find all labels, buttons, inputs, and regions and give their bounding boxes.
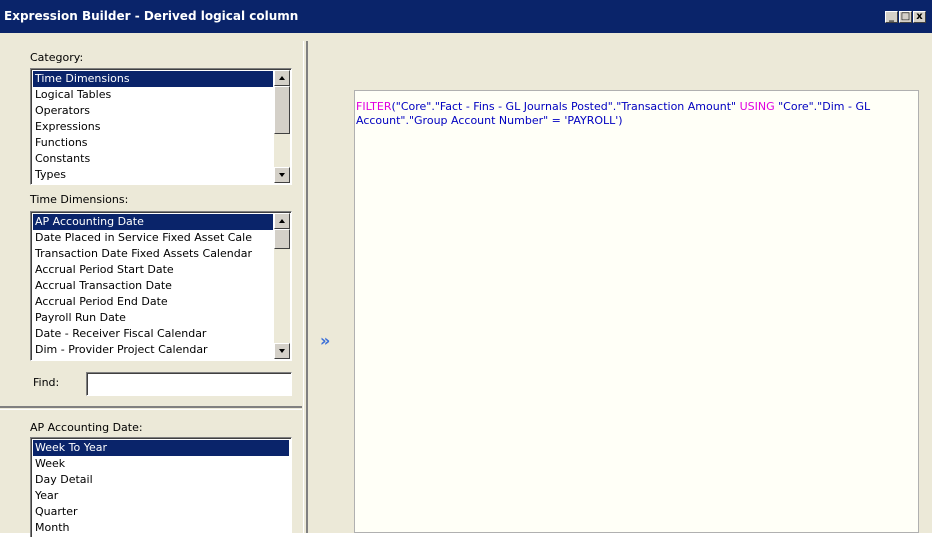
minimize-icon: _ (889, 11, 894, 22)
time-dimensions-list-item[interactable]: Accrual Period Start Date (33, 262, 273, 278)
ap-accounting-date-list-item[interactable]: Week To Year (33, 440, 289, 456)
window-title: Expression Builder - Derived logical col… (4, 9, 299, 23)
close-button[interactable]: x (913, 11, 926, 23)
ap-accounting-date-items: Week To Year Week Day Detail Year Quarter Mon… (33, 440, 289, 536)
minimize-button[interactable]: _ (885, 11, 898, 23)
ap-accounting-date-list[interactable]: Week To Year Week Day Detail Year Quarter Mon… (30, 437, 292, 537)
time-dimensions-list-item[interactable]: Accrual Transaction Date (33, 278, 273, 294)
category-list[interactable]: Time Dimensions Logical Tables Operators Ex… (30, 68, 292, 185)
time-dimensions-list[interactable]: AP Accounting Date Date Placed in Service… (30, 211, 292, 361)
left-pane: Category: Time Dimensions Logical Tables O… (0, 33, 303, 537)
ap-accounting-date-list-item[interactable]: Year (33, 488, 289, 504)
chevron-down-icon (279, 349, 285, 353)
dialog-body: Category: Time Dimensions Logical Tables O… (0, 33, 932, 537)
category-list-item[interactable]: Functions (33, 135, 273, 151)
category-label: Category: (30, 51, 84, 64)
insert-button[interactable]: » (320, 333, 330, 349)
category-list-item[interactable]: Operators (33, 103, 273, 119)
time-dimensions-list-item[interactable]: Dim - Provider Project Calendar (33, 342, 273, 358)
chevron-down-icon (279, 173, 285, 177)
ap-accounting-date-list-item[interactable]: Month (33, 520, 289, 536)
category-scrollbar[interactable] (274, 70, 290, 183)
category-list-item[interactable]: Logical Tables (33, 87, 273, 103)
chevron-up-icon (279, 219, 285, 223)
time-dimensions-list-item[interactable]: Payroll Run Date (33, 310, 273, 326)
time-dimensions-list-item[interactable]: Date - Receiver Fiscal Calendar (33, 326, 273, 342)
window-controls: _ □ x (885, 11, 926, 23)
expression-editor[interactable]: FILTER("Core"."Fact - Fins - GL Journals… (354, 90, 919, 533)
ap-accounting-date-list-item[interactable]: Week (33, 456, 289, 472)
chevron-up-icon (279, 76, 285, 80)
scroll-up-button[interactable] (274, 213, 290, 229)
scroll-thumb[interactable] (274, 229, 290, 249)
ap-accounting-date-label: AP Accounting Date: (30, 421, 143, 434)
time-dimensions-label: Time Dimensions: (30, 193, 129, 206)
expression-keyword-filter: FILTER (356, 100, 392, 113)
category-list-item[interactable]: Types (33, 167, 273, 183)
time-dimensions-scrollbar[interactable] (274, 213, 290, 359)
time-dimensions-items: AP Accounting Date Date Placed in Service… (33, 214, 273, 358)
time-dimensions-list-item[interactable]: AP Accounting Date (33, 214, 273, 230)
time-dimensions-list-item[interactable]: Accrual Period End Date (33, 294, 273, 310)
vertical-splitter[interactable] (303, 41, 308, 533)
scroll-up-button[interactable] (274, 70, 290, 86)
ap-accounting-date-list-item[interactable]: Day Detail (33, 472, 289, 488)
scroll-thumb[interactable] (274, 86, 290, 134)
maximize-icon: □ (900, 11, 911, 22)
scroll-down-button[interactable] (274, 343, 290, 359)
expression-part-1: ("Core"."Fact - Fins - GL Journals Poste… (391, 100, 740, 113)
time-dimensions-list-item[interactable]: Transaction Date Fixed Assets Calendar (33, 246, 273, 262)
ap-accounting-date-list-item[interactable]: Quarter (33, 504, 289, 520)
horizontal-splitter[interactable] (0, 406, 302, 410)
expression-keyword-using: USING (739, 100, 775, 113)
category-list-item[interactable]: Time Dimensions (33, 71, 273, 87)
title-bar: Expression Builder - Derived logical col… (0, 0, 932, 33)
scroll-down-button[interactable] (274, 167, 290, 183)
find-input[interactable] (86, 372, 292, 396)
maximize-button[interactable]: □ (899, 11, 912, 23)
expression-text[interactable]: FILTER("Core"."Fact - Fins - GL Journals… (356, 100, 916, 128)
find-label: Find: (33, 376, 60, 389)
close-icon: x (916, 11, 923, 22)
time-dimensions-list-item[interactable]: Date Placed in Service Fixed Asset Cale (33, 230, 273, 246)
category-list-item[interactable]: Constants (33, 151, 273, 167)
category-items: Time Dimensions Logical Tables Operators Ex… (33, 71, 273, 183)
category-list-item[interactable]: Expressions (33, 119, 273, 135)
